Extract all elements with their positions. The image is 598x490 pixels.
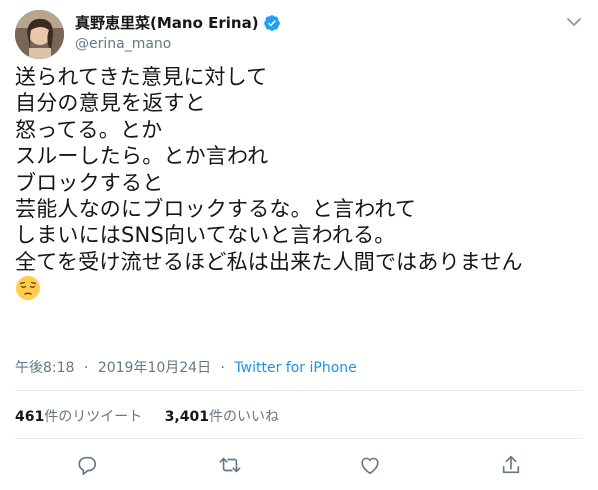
display-name-text: 真野恵里菜(Mano Erina)	[75, 14, 259, 32]
tweet-time[interactable]: 午後8:18	[15, 360, 74, 376]
tweet-source-link[interactable]: Twitter for iPhone	[234, 360, 356, 376]
meta-separator: ·	[220, 360, 225, 376]
display-name[interactable]: 真野恵里菜(Mano Erina)	[75, 12, 281, 33]
tweet-line: 芸能人なのにブロックするな。と言われて	[15, 197, 417, 222]
tweet-stats: 461件のリツイート 3,401件のいいね	[15, 406, 297, 426]
retweets-count: 461	[15, 409, 45, 425]
retweets-label: 件のリツイート	[44, 409, 143, 425]
divider	[15, 438, 583, 439]
tweet-card: 真野恵里菜(Mano Erina) @erina_mano 送られてきた意見に対…	[0, 0, 598, 490]
share-icon[interactable]	[500, 454, 522, 476]
tweet-line: 送られてきた意見に対して	[15, 65, 268, 89]
tweet-line: しまいにはSNS向いてないと言われる。	[15, 223, 396, 248]
tweet-line: 怒ってる。とか	[15, 117, 163, 142]
tweet-date[interactable]: 2019年10月24日	[98, 360, 211, 376]
tweet-meta: 午後8:18 · 2019年10月24日 · Twitter for iPhon…	[15, 357, 357, 377]
avatar[interactable]	[15, 10, 64, 59]
tweet-line: スルーしたら。とか言われ	[15, 144, 269, 169]
retweets-stat[interactable]: 461件のリツイート	[15, 409, 142, 425]
verified-badge-icon	[263, 14, 281, 32]
divider	[15, 390, 583, 391]
meta-separator: ·	[83, 360, 89, 376]
tweet-text: 送られてきた意見に対して 自分の意見を返すと 怒ってる。とか スルーしたら。とか…	[15, 64, 590, 303]
likes-stat[interactable]: 3,401件のいいね	[165, 409, 279, 425]
likes-count: 3,401	[164, 409, 209, 425]
tweet-line: ブロックすると	[15, 170, 164, 195]
caret-down-icon[interactable]	[566, 14, 582, 30]
tweet-line: 自分の意見を返すと	[15, 91, 206, 116]
reply-icon[interactable]	[76, 454, 98, 476]
like-icon[interactable]	[359, 454, 381, 476]
likes-label: 件のいいね	[208, 409, 279, 425]
tweet-line: 全てを受け流せるほど私は出来た人間ではありません	[15, 249, 523, 274]
pensive-face-emoji	[15, 275, 590, 303]
retweet-icon[interactable]	[219, 454, 241, 476]
user-handle[interactable]: @erina_mano	[75, 36, 171, 52]
